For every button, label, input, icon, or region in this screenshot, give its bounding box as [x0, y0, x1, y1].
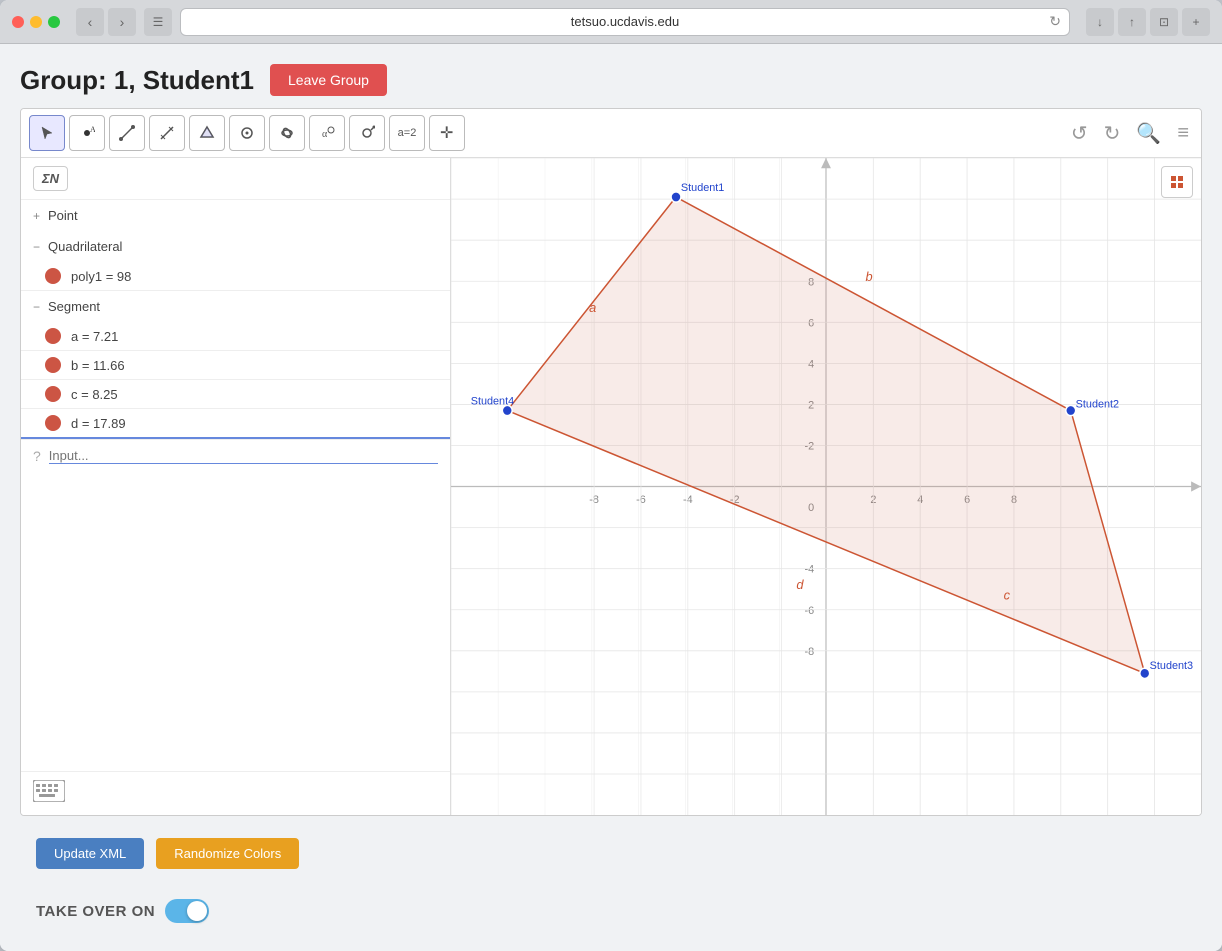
new-tab-button[interactable]: + [1182, 8, 1210, 36]
segment-tool[interactable] [149, 115, 185, 151]
seg-b-icon [45, 357, 61, 373]
seg-b-label: b [865, 269, 872, 284]
take-over-label: TAKE OVER ON [36, 903, 155, 920]
input-row: ? [21, 439, 450, 472]
select-tool[interactable] [29, 115, 65, 151]
student2-label: Student2 [1076, 398, 1119, 410]
seg-c-label: c = 8.25 [71, 387, 118, 402]
bottom-bar: Update XML Randomize Colors [20, 828, 1202, 879]
conic-tool[interactable] [269, 115, 305, 151]
page-title: Group: 1, Student1 [20, 65, 254, 96]
algebra-button[interactable]: ΣN [33, 166, 68, 191]
equals-label: a=2 [398, 127, 417, 139]
seg-a-label: a [589, 300, 596, 315]
randomize-colors-button[interactable]: Randomize Colors [156, 838, 299, 869]
segment-b-row[interactable]: b = 11.66 [21, 351, 450, 380]
segment-a-row[interactable]: a = 7.21 [21, 322, 450, 351]
svg-text:A: A [90, 125, 95, 134]
seg-collapse-icon: − [33, 300, 40, 314]
equals-tool[interactable]: a=2 [389, 115, 425, 151]
point-section-header[interactable]: + Point [21, 200, 450, 231]
student1-point [671, 192, 681, 202]
seg-d-icon [45, 415, 61, 431]
student3-label: Student3 [1150, 660, 1193, 672]
minimize-btn[interactable] [30, 16, 42, 28]
line-tool[interactable] [109, 115, 145, 151]
toolbar: A [21, 109, 1201, 158]
seg-c-icon [45, 386, 61, 402]
polygon-tool[interactable] [189, 115, 225, 151]
student4-label: Student4 [471, 395, 514, 407]
url-text: tetsuo.ucdavis.edu [571, 14, 679, 29]
student3-point [1140, 668, 1150, 678]
circle-tool[interactable] [229, 115, 265, 151]
graph-right-toolbar [1161, 166, 1193, 198]
student2-point [1066, 405, 1076, 415]
svg-text:-4: -4 [805, 564, 815, 576]
undo-button[interactable]: ↺ [1067, 117, 1092, 150]
share-button[interactable]: ↑ [1118, 8, 1146, 36]
keyboard-button[interactable] [33, 780, 65, 807]
close-btn[interactable] [12, 16, 24, 28]
dotline-tool[interactable] [349, 115, 385, 151]
search-button[interactable]: 🔍 [1132, 117, 1165, 150]
back-button[interactable]: ‹ [76, 8, 104, 36]
segment-section-label: Segment [48, 299, 100, 314]
seg-d-label: d = 17.89 [71, 416, 126, 431]
segment-c-row[interactable]: c = 8.25 [21, 380, 450, 409]
poly1-label: poly1 = 98 [71, 269, 131, 284]
menu-button[interactable]: ≡ [1173, 118, 1193, 149]
svg-text:α: α [322, 129, 328, 140]
point-tool[interactable]: A [69, 115, 105, 151]
poly1-icon [45, 268, 61, 284]
seg-b-label: b = 11.66 [71, 358, 125, 373]
seg-c-label: c [1004, 587, 1011, 602]
toggle-knob [187, 901, 207, 921]
seg-a-label: a = 7.21 [71, 329, 118, 344]
algebra-input[interactable] [49, 448, 438, 464]
refresh-icon[interactable]: ↻ [1049, 13, 1061, 30]
alpha-tool[interactable]: α [309, 115, 345, 151]
forward-button[interactable]: › [108, 8, 136, 36]
segment-section-header[interactable]: − Segment [21, 291, 450, 322]
download-button[interactable]: ↓ [1086, 8, 1114, 36]
point-section-label: Point [48, 208, 78, 223]
input-help-icon: ? [33, 448, 41, 464]
segment-d-row[interactable]: d = 17.89 [21, 409, 450, 439]
svg-text:✛: ✛ [440, 125, 453, 141]
leave-group-button[interactable]: Leave Group [270, 64, 387, 96]
seg-a-icon [45, 328, 61, 344]
list-view-button[interactable] [1161, 166, 1193, 198]
fullscreen-button[interactable]: ⊡ [1150, 8, 1178, 36]
algebra-sidebar: ΣN + Point − Quadrilateral [21, 158, 451, 815]
student1-label: Student1 [681, 182, 724, 194]
quadrilateral-section-label: Quadrilateral [48, 239, 122, 254]
svg-text:-8: -8 [805, 646, 815, 658]
quad-collapse-icon: − [33, 240, 40, 254]
poly1-row[interactable]: poly1 = 98 [21, 262, 450, 291]
move-tool[interactable]: ✛ [429, 115, 465, 151]
coordinate-graph: -8 -6 -4 -2 2 4 6 8 2 4 6 8 -2 [451, 158, 1201, 815]
redo-button[interactable]: ↻ [1100, 117, 1125, 150]
take-over-toggle[interactable] [165, 899, 209, 923]
address-bar[interactable]: tetsuo.ucdavis.edu ↻ [180, 8, 1070, 36]
update-xml-button[interactable]: Update XML [36, 838, 144, 869]
svg-text:-6: -6 [805, 605, 815, 617]
reading-mode-button[interactable]: ☰ [144, 8, 172, 36]
seg-d-label: d [796, 577, 804, 592]
graph-area[interactable]: -8 -6 -4 -2 2 4 6 8 2 4 6 8 -2 [451, 158, 1201, 815]
maximize-btn[interactable] [48, 16, 60, 28]
take-over-row: TAKE OVER ON [20, 891, 1202, 931]
point-collapse-icon: + [33, 209, 40, 223]
quadrilateral-section-header[interactable]: − Quadrilateral [21, 231, 450, 262]
algebra-label: ΣN [42, 171, 59, 186]
